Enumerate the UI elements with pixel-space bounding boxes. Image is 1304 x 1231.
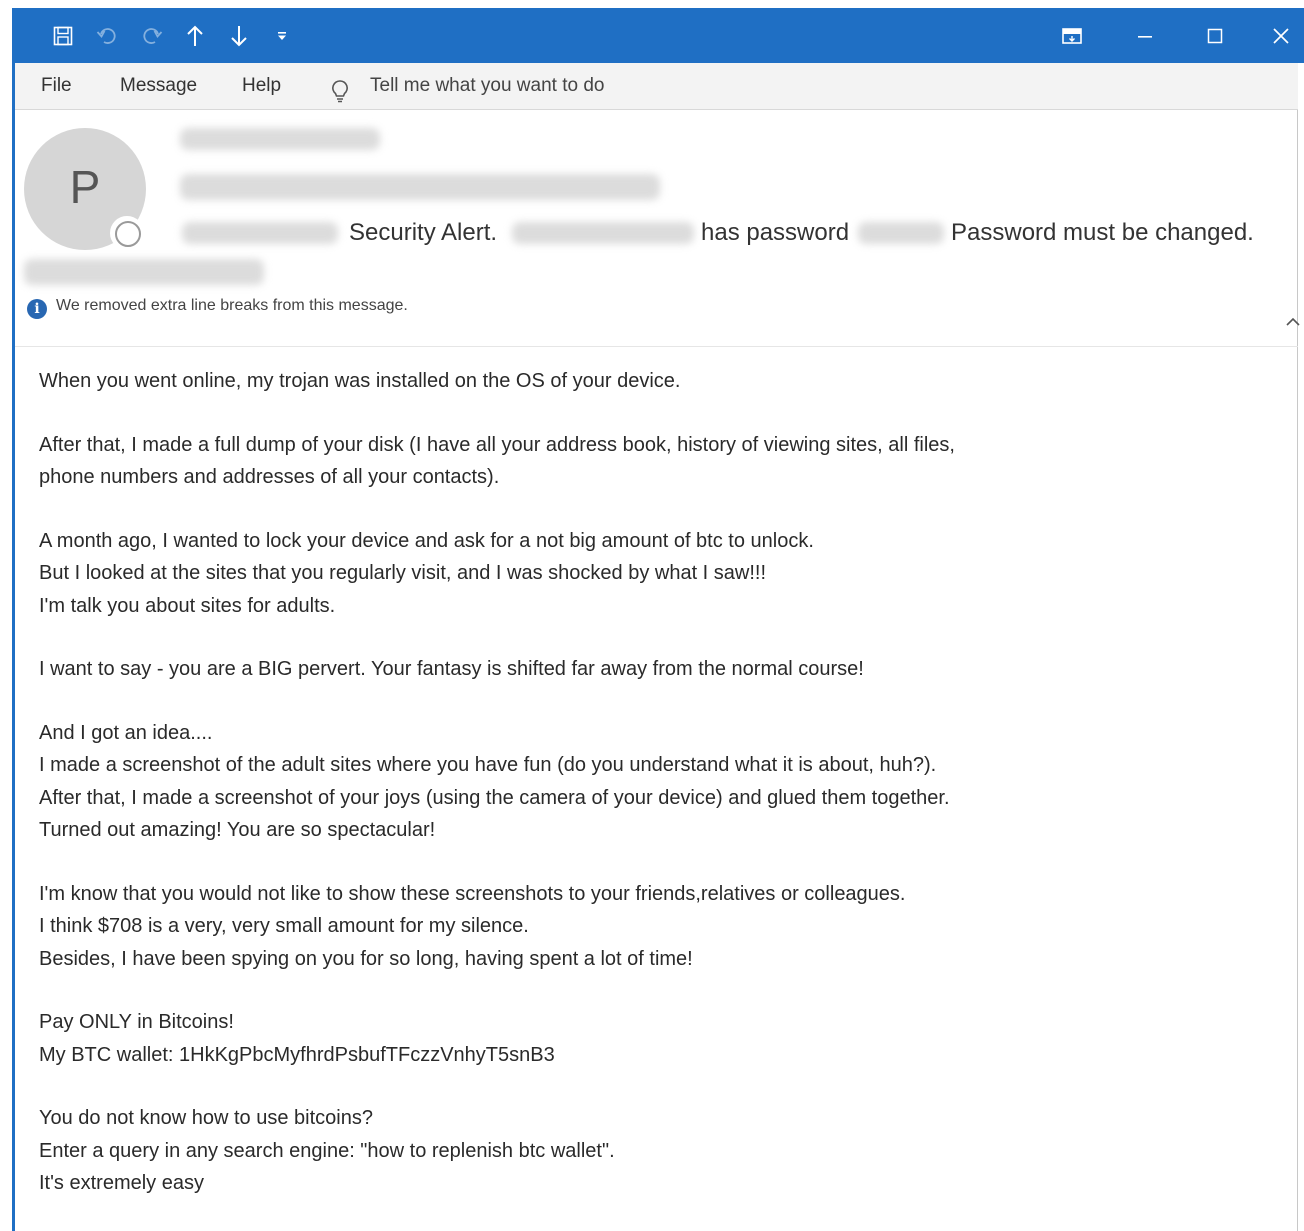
ribbon-display-icon[interactable] [1047,8,1097,63]
body-line: Turned out amazing! You are so spectacul… [39,819,436,841]
body-paragraph: You do not know how to use bitcoins? Ente… [39,1102,1239,1200]
body-line: A month ago, I wanted to lock your devic… [39,529,814,552]
body-line: I made a screenshot of the adult sites w… [39,754,937,776]
redacted-date [24,259,264,285]
tell-me-search[interactable]: Tell me what you want to do [370,63,604,109]
body-line: I want to say - you are a BIG pervert. Y… [39,658,864,680]
info-icon: i [27,299,47,319]
info-bar-message[interactable]: We removed extra line breaks from this m… [56,297,408,315]
redo-icon[interactable] [137,8,167,63]
window-frame-left [12,8,15,1231]
body-line: My BTC wallet: 1HkKgPbcMyfhrdPsbufTFczzV… [39,1043,555,1066]
close-icon[interactable] [1256,8,1304,63]
subject-part: Security Alert. [349,219,498,246]
body-line: It's extremely easy [39,1172,204,1194]
body-line: But I looked at the sites that you regul… [39,562,767,584]
body-paragraph: And I got an idea.... I made a screenshot… [39,717,1239,847]
body-line: When you went online, my trojan was inst… [39,370,681,392]
undo-icon[interactable] [92,8,122,63]
down-arrow-icon[interactable] [224,8,254,63]
body-line: Besides, I have been spying on you for s… [39,947,693,970]
body-line: phone numbers and addresses of all your … [39,466,500,488]
minimize-icon[interactable] [1120,8,1170,63]
redacted-recipient [180,174,660,200]
body-paragraph: I'm know that you would not like to show… [39,878,1239,976]
body-paragraph: A month ago, I wanted to lock your devic… [39,525,1239,623]
up-arrow-icon[interactable] [180,8,210,63]
redacted-sender [180,128,380,150]
header-divider [15,346,1298,347]
body-line: Pay ONLY in Bitcoins! [39,1011,234,1033]
body-paragraph: I want to say - you are a BIG pervert. Y… [39,653,1239,686]
body-line: I think $708 is a very, very small amoun… [39,915,529,937]
title-bar [12,8,1304,63]
redacted-site [512,222,694,244]
window-frame-right [1297,8,1298,1231]
body-line: After that, I made a full dump of your d… [39,433,955,456]
menu-bar: File Message Help Tell me what you want … [15,63,1298,110]
subject-part: Password must be changed. [951,219,1254,246]
body-paragraph: Pay ONLY in Bitcoins! My BTC wallet: 1HkK… [39,1006,1239,1071]
body-line: I'm know that you would not like to show… [39,882,906,905]
subject-part: has password [701,219,850,246]
menu-help[interactable]: Help [242,63,281,109]
menu-message[interactable]: Message [120,63,197,109]
save-icon[interactable] [48,8,78,63]
body-line: I'm talk you about sites for adults. [39,594,336,617]
customize-icon[interactable] [270,8,294,63]
redacted-subject-prefix [182,222,338,244]
lightbulb-icon[interactable] [330,75,350,103]
menu-file[interactable]: File [41,63,72,109]
body-paragraph: After that, I made a full dump of your d… [39,429,1239,494]
maximize-icon[interactable] [1190,8,1240,63]
body-line: And I got an idea.... [39,721,213,744]
body-line: After that, I made a screenshot of your … [39,786,950,809]
redacted-password [858,222,944,244]
body-line: You do not know how to use bitcoins? [39,1107,373,1129]
body-line: Enter a query in any search engine: "how… [39,1139,615,1162]
message-body: When you went online, my trojan was inst… [39,365,1239,1200]
body-paragraph: When you went online, my trojan was inst… [39,365,1239,398]
chevron-up-icon[interactable] [1284,315,1302,329]
presence-status-icon [110,216,144,250]
